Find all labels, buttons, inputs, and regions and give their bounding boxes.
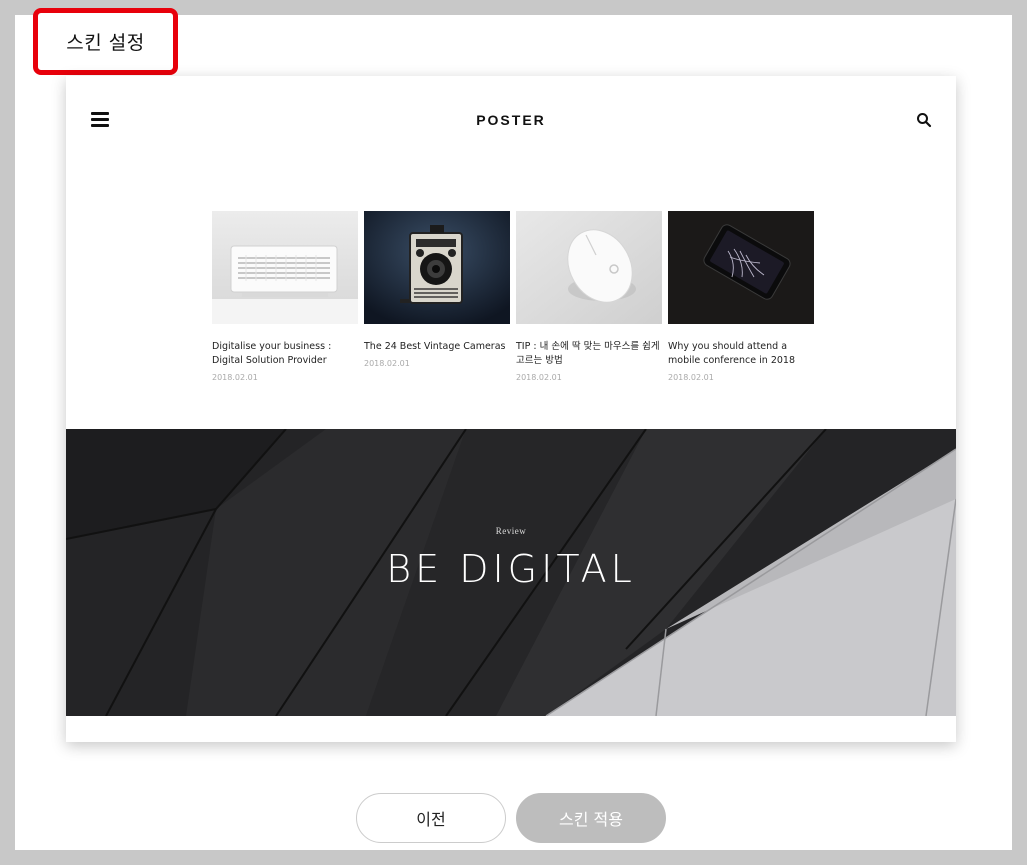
post-card[interactable]: The 24 Best Vintage Cameras 2018.02.01 — [364, 211, 510, 382]
hero-title: BE DIGITAL — [386, 547, 636, 591]
page-title-box: 스킨 설정 — [33, 8, 178, 75]
post-card[interactable]: Why you should attend a mobile conferenc… — [668, 211, 814, 382]
page-title: 스킨 설정 — [66, 32, 145, 54]
post-card[interactable]: Digitalise your business : Digital Solut… — [212, 211, 358, 382]
post-card-title: Why you should attend a mobile conferenc… — [668, 341, 795, 366]
phone-photo — [668, 211, 814, 324]
preview-topbar: POSTER — [66, 76, 956, 166]
hero-kicker: Review — [495, 526, 527, 536]
post-card-date: 2018.02.01 — [212, 373, 258, 382]
post-card-title: TIP : 내 손에 딱 맞는 마우스를 쉽게 고르는 방법 — [516, 341, 660, 366]
apply-skin-button[interactable]: 스킨 적용 — [516, 793, 666, 843]
hero-banner[interactable]: Review BE DIGITAL — [66, 429, 956, 716]
post-card-title: The 24 Best Vintage Cameras — [364, 341, 506, 352]
preview-logo: POSTER — [476, 112, 546, 128]
post-card[interactable]: TIP : 내 손에 딱 맞는 마우스를 쉽게 고르는 방법 2018.02.0… — [516, 211, 662, 382]
skin-preview: POSTER Digitalise your business : Digita… — [66, 76, 956, 742]
speaker-photo — [212, 211, 358, 324]
post-card-title: Digitalise your business : Digital Solut… — [212, 341, 332, 366]
post-card-list: Digitalise your business : Digital Solut… — [212, 211, 814, 382]
post-card-date: 2018.02.01 — [516, 373, 562, 382]
post-card-date: 2018.02.01 — [364, 359, 410, 368]
mouse-photo — [516, 211, 662, 324]
post-card-date: 2018.02.01 — [668, 373, 714, 382]
vintage-camera-photo — [364, 211, 510, 324]
prev-button[interactable]: 이전 — [356, 793, 506, 843]
search-icon[interactable] — [916, 112, 932, 128]
